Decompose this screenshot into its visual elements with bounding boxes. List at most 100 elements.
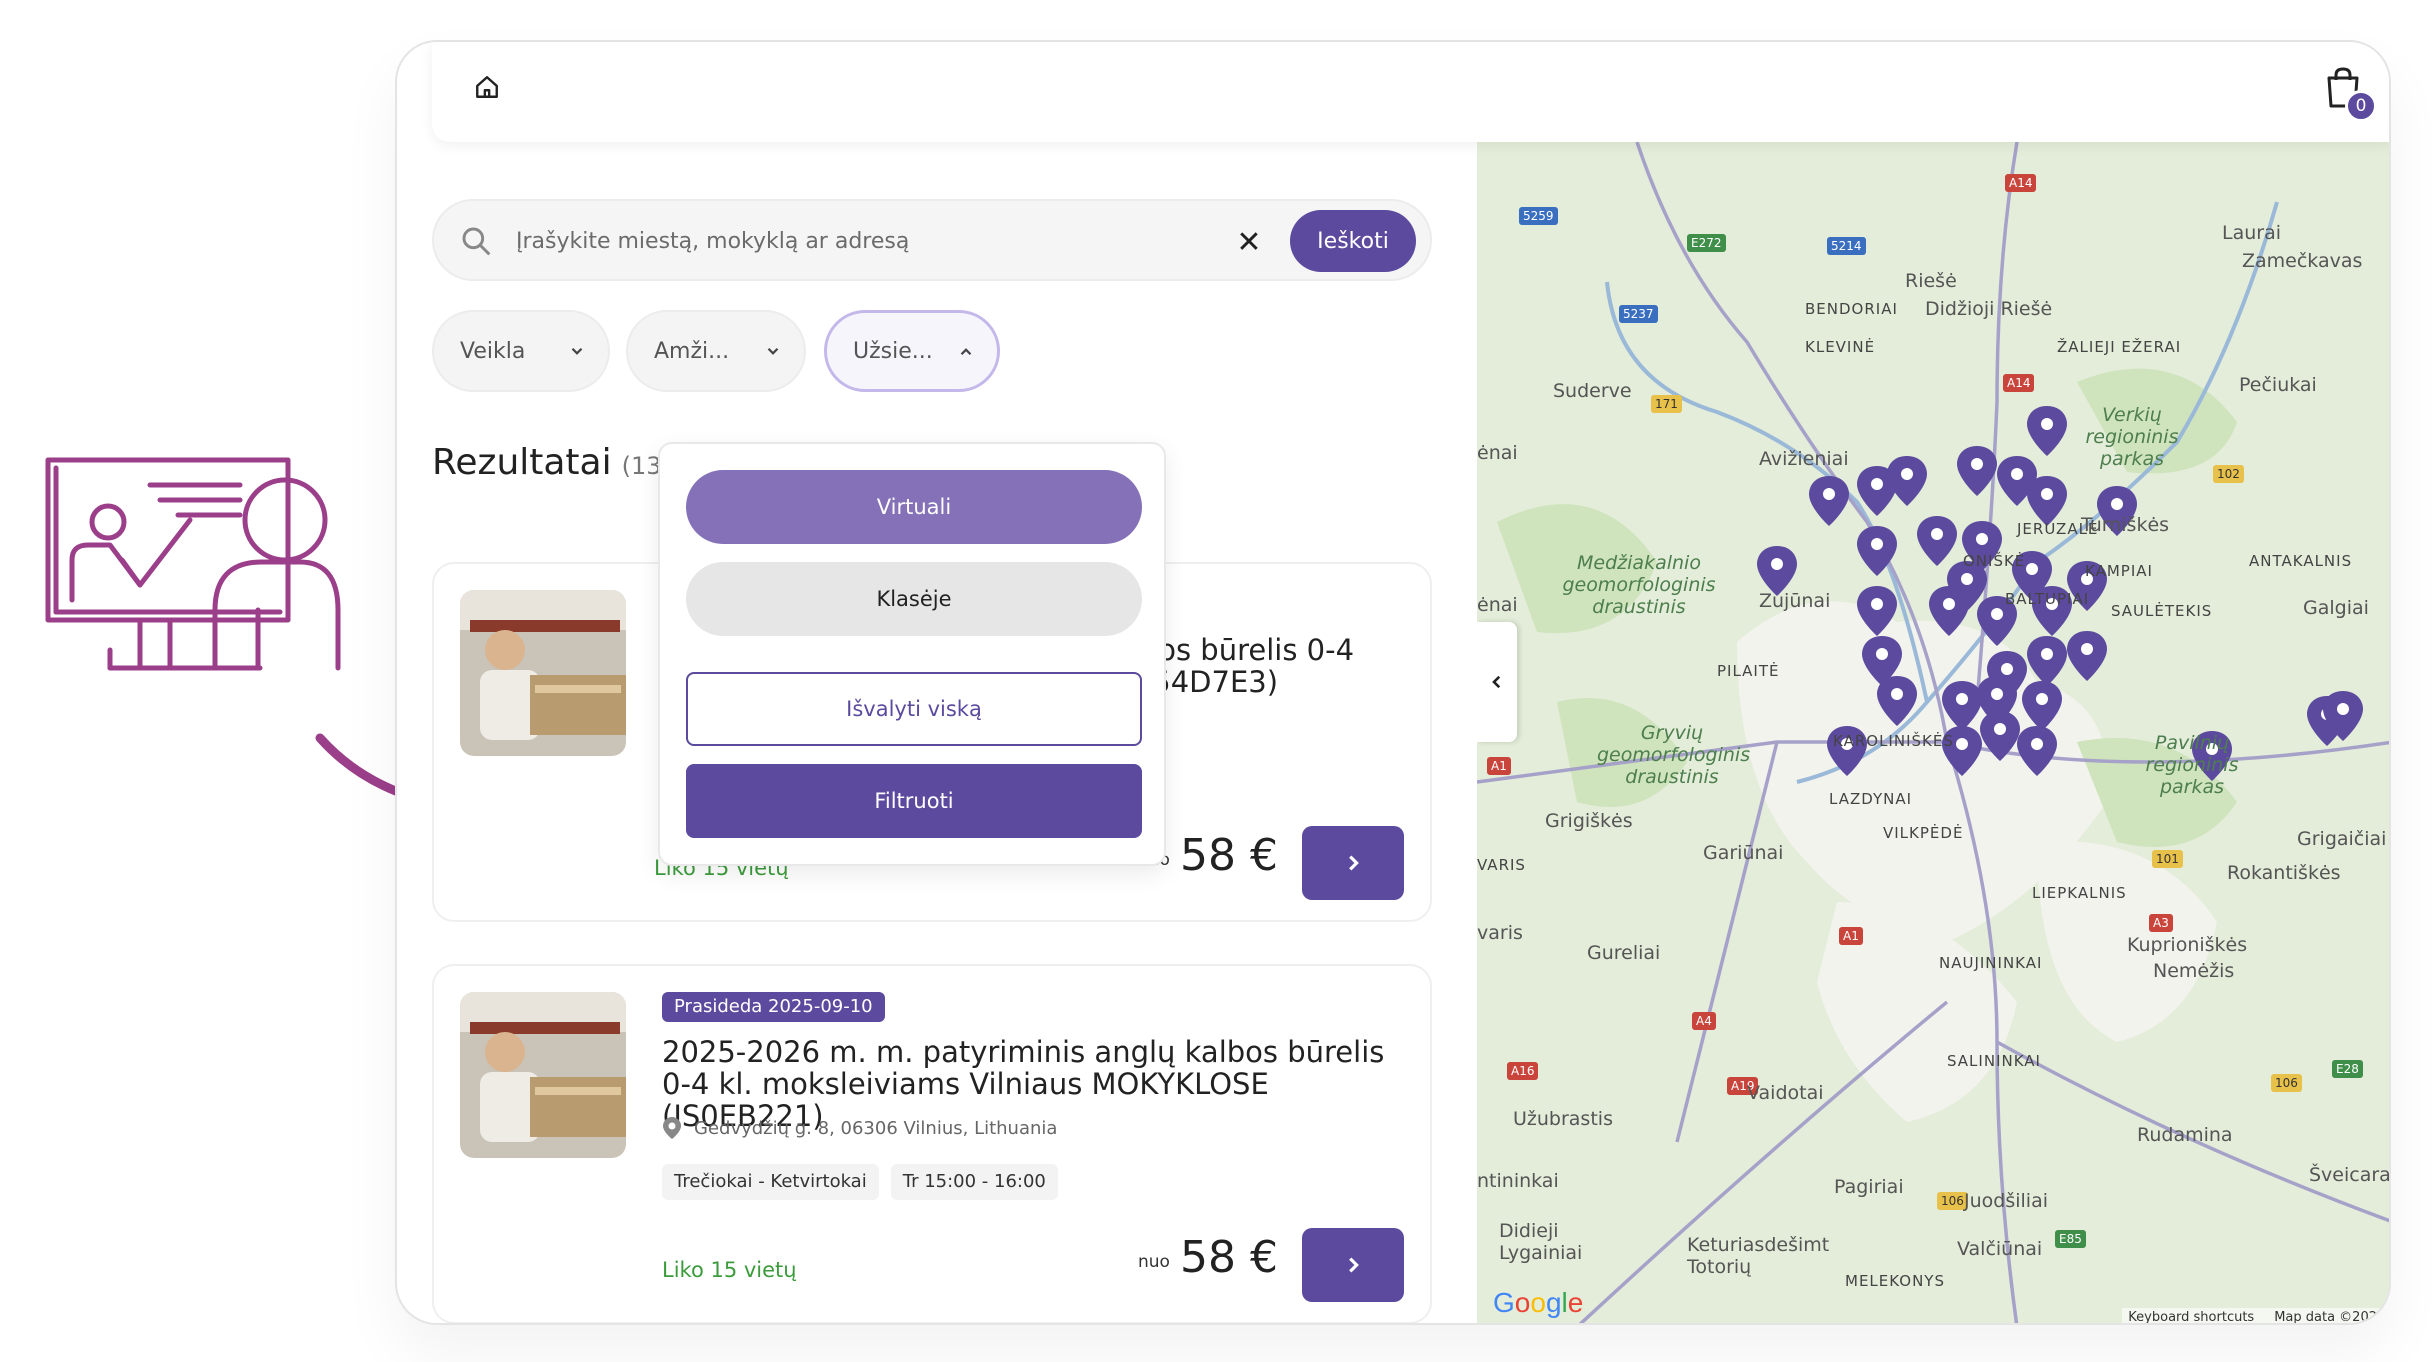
search-bar: ✕ Ieškoti [432,199,1432,281]
available-spots: Liko 15 vietų [662,1258,797,1282]
class-type-dropdown-menu: Virtuali Klasėje Išvalyti viską Filtruot… [658,442,1166,866]
top-bar: 0 [432,42,2389,142]
road-label: A16 [1507,1062,1539,1080]
map-place: ŽALIEJI EŽERAI [2057,338,2182,356]
clear-all-button[interactable]: Išvalyti viską [686,672,1142,746]
open-course-button[interactable] [1302,826,1404,900]
map-place: BENDORIAI [1805,300,1898,318]
road-label: A1 [1839,927,1863,945]
course-card[interactable]: Prasideda 2025-09-10 2025-2026 m. m. pat… [432,964,1432,1323]
chevron-left-icon [1492,675,1501,689]
map-place: Gureliai [1587,942,1661,964]
map-place: Zujūnai [1759,590,1831,612]
course-price: 58 € [1180,1232,1278,1283]
apply-filter-button[interactable]: Filtruoti [686,764,1142,838]
map-place: varis [1477,922,1523,944]
map-data-credit: Map data ©202 [2274,1310,2377,1325]
filter-activity-dropdown[interactable]: Veikla [432,310,610,392]
map-place: Turniškės [2081,514,2170,536]
map-place: Avižieniai [1759,448,1849,470]
map-place: Didieji Lygainiai [1499,1220,1583,1264]
option-in-class[interactable]: Klasėje [686,562,1142,636]
map-place: BALTUPIAI [2005,590,2090,608]
map-place: Galgiai [2303,597,2369,619]
map-place: Pečiukai [2239,374,2317,396]
cart-count-badge: 0 [2345,90,2377,122]
map-footer: Keyboard shortcuts Map data ©202 [2122,1308,2383,1325]
filter-label: Užsie... [853,338,933,364]
location-pin-icon [663,1117,681,1139]
course-price: 58 € [1180,830,1278,881]
map-place: Lauraі [2222,222,2282,244]
map-place: Didžioji Riešė [1925,298,2053,320]
keyboard-shortcuts-link[interactable]: Keyboard shortcuts [2128,1310,2254,1323]
map-place: SALININKAI [1947,1052,2041,1070]
chevron-down-icon [571,347,583,355]
course-thumbnail [460,590,626,756]
map-place: Zamečkavas [2242,250,2363,272]
app-window: 0 ✕ Ieškoti Veikla Amži... Užsie... [395,40,2391,1325]
results-panel: ✕ Ieškoti Veikla Amži... Užsie... Rezult… [432,142,1442,1323]
map-place: Grigaičiai [2297,828,2387,850]
map-place: Nemėžis [2153,960,2235,982]
road-label: E272 [1687,234,1726,252]
map-place: Grigiškės [1545,810,1633,832]
map-place: ONIŠKĖ [1963,552,2026,570]
start-date-badge: Prasideda 2025-09-10 [662,992,885,1022]
filter-age-dropdown[interactable]: Amži... [626,310,806,392]
map-place: VARIS [1477,856,1526,874]
map-place: Gryvių geomorfologinis draustinis [1597,722,1751,788]
filter-label: Veikla [460,338,526,364]
option-virtual[interactable]: Virtuali [686,470,1142,544]
map-place: NAUJININKAI [1939,954,2043,972]
road-label: 102 [2213,465,2244,483]
map[interactable]: 5259 5214 E272 A14 A14 5237 171 102 A1 1… [1477,142,2389,1325]
open-course-button[interactable] [1302,1228,1404,1302]
road-label: 106 [2271,1074,2302,1092]
map-place: PILAITĖ [1717,662,1780,680]
road-label: 5259 [1519,207,1558,225]
results-title: Rezultatai [432,442,612,483]
close-icon[interactable]: ✕ [1230,223,1268,261]
search-icon [462,227,491,256]
collapse-map-button[interactable] [1477,622,1517,742]
chevron-up-icon [960,348,972,356]
filter-class-type-dropdown[interactable]: Užsie... [824,310,1000,392]
map-place: ėnai [1477,594,1518,616]
map-place: ntininkai [1477,1170,1559,1192]
search-button[interactable]: Ieškoti [1290,210,1416,272]
course-address: Gedvydžių g. 8, 06306 Vilnius, Lithuania [662,1116,1057,1140]
road-label: 101 [2152,850,2183,868]
map-place: LIEPKALNIS [2032,884,2127,902]
road-label: A3 [2149,914,2173,932]
grade-tag: Trečiokai - Ketvirtokai [662,1164,879,1200]
home-icon[interactable] [470,70,504,104]
road-label: E85 [2055,1230,2086,1248]
map-place: KLEVINĖ [1805,338,1876,356]
chevron-right-icon [1349,1257,1359,1273]
map-place: VILKPĖDĖ [1883,824,1964,842]
teacher-board-icon [45,457,341,671]
road-label: A14 [2003,374,2035,392]
schedule-tag: Tr 15:00 - 16:00 [890,1164,1058,1200]
price-prefix: nuo [1138,1252,1170,1272]
map-place: Valčiūnai [1957,1238,2043,1260]
map-place: Rudamina [2137,1124,2233,1146]
search-input[interactable] [516,219,1206,263]
map-place: Rokantiškės [2227,862,2341,884]
page-stage: 0 ✕ Ieškoti Veikla Amži... Užsie... [0,0,2436,1362]
map-place: Keturiasdešimt Totorių [1687,1234,1830,1278]
results-heading: Rezultatai (134 [432,442,677,483]
chevron-down-icon [767,347,779,355]
map-place: Medžiakalnio geomorfologinis draustinis [1562,552,1716,618]
filter-label: Amži... [654,338,730,364]
road-label: 5237 [1619,305,1658,323]
map-place: ANTAKALNIS [2249,552,2353,570]
map-place: Gariūnai [1703,842,1784,864]
road-label: E28 [2332,1060,2363,1078]
course-thumbnail [460,992,626,1158]
google-logo: Google [1493,1287,1584,1318]
map-place: LAZDYNAI [1829,790,1913,808]
map-place: Verkių regioninis parkas [2085,404,2179,470]
road-label: 5214 [1827,237,1866,255]
